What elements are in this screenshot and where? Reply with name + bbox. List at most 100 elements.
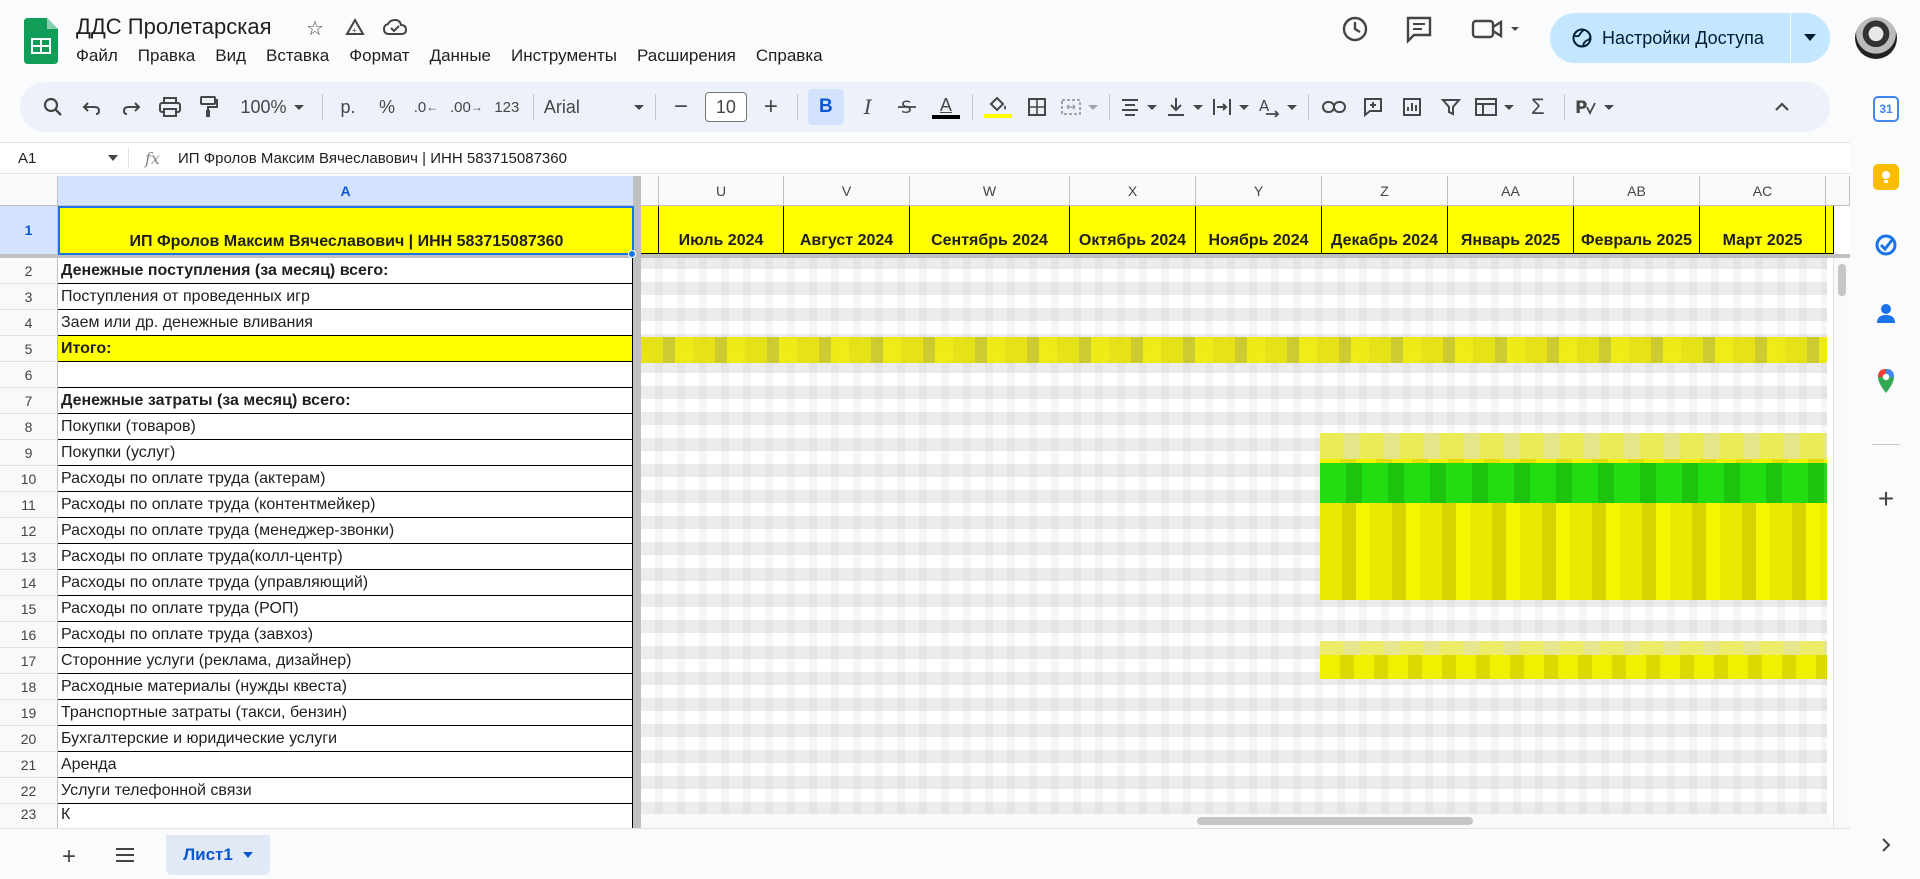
sheet-tab-dropdown-icon[interactable]: [242, 852, 253, 858]
cloud-saved-icon[interactable]: [382, 15, 408, 41]
row-label[interactable]: Заем или др. денежные вливания: [58, 310, 633, 336]
row-label[interactable]: Денежные поступления (за месяц) всего:: [58, 258, 633, 284]
row-label[interactable]: Транспортные затраты (такси, бензин): [58, 700, 633, 726]
column-header-x[interactable]: X: [1070, 176, 1196, 206]
row-header[interactable]: 3: [0, 284, 58, 310]
font-size-increase-button[interactable]: +: [756, 89, 786, 125]
sheets-logo-icon[interactable]: [24, 18, 58, 64]
all-sheets-menu-icon[interactable]: [115, 843, 135, 869]
month-cell[interactable]: Декабрь 2024: [1322, 206, 1448, 255]
horizontal-align-icon[interactable]: [1120, 89, 1157, 125]
row-header[interactable]: 21: [0, 752, 58, 778]
row-label[interactable]: Расходы по оплате труда (актерам): [58, 466, 633, 492]
text-rotation-icon[interactable]: A: [1258, 89, 1297, 125]
row-label[interactable]: Итого:: [58, 336, 633, 362]
spreadsheet-grid[interactable]: A U V W X Y Z AA AB AC 1 ИП Фролов Макси…: [0, 176, 1850, 828]
month-cell-partial[interactable]: [641, 206, 659, 255]
menu-edit[interactable]: Правка: [138, 46, 205, 66]
undo-icon[interactable]: [77, 89, 107, 125]
tasks-icon[interactable]: [1873, 232, 1899, 258]
row-header[interactable]: 19: [0, 700, 58, 726]
column-header-aa[interactable]: AA: [1448, 176, 1574, 206]
row-label[interactable]: Покупки (товаров): [58, 414, 633, 440]
row-label[interactable]: Расходы по оплате труда(колл-центр): [58, 544, 633, 570]
filter-icon[interactable]: [1436, 89, 1466, 125]
row-label[interactable]: Расходы по оплате труда (завхоз): [58, 622, 633, 648]
row-header[interactable]: 2: [0, 258, 58, 284]
month-cell[interactable]: Январь 2025: [1448, 206, 1574, 255]
menu-extensions[interactable]: Расширения: [637, 46, 746, 66]
share-dropdown-icon[interactable]: [1791, 34, 1829, 42]
row-header[interactable]: 6: [0, 362, 58, 388]
row-label[interactable]: Расходы по оплате труда (менеджер-звонки…: [58, 518, 633, 544]
select-all-corner[interactable]: [0, 176, 58, 206]
text-wrap-icon[interactable]: [1212, 89, 1249, 125]
fill-color-icon[interactable]: [983, 89, 1013, 125]
add-sheet-icon[interactable]: +: [62, 843, 76, 871]
number-format-button[interactable]: 123: [492, 89, 522, 125]
column-header-y[interactable]: Y: [1196, 176, 1322, 206]
menu-file[interactable]: Файл: [76, 46, 128, 66]
paint-format-icon[interactable]: [194, 89, 224, 125]
row-label[interactable]: Сторонние услуги (реклама, дизайнер): [58, 648, 633, 674]
row-label[interactable]: Аренда: [58, 752, 633, 778]
borders-icon[interactable]: [1022, 89, 1052, 125]
row-header[interactable]: 4: [0, 310, 58, 336]
text-color-button[interactable]: A: [931, 89, 961, 125]
column-header-w[interactable]: W: [910, 176, 1070, 206]
strikethrough-icon[interactable]: S: [892, 89, 922, 125]
italic-button[interactable]: I: [853, 89, 883, 125]
title-cell[interactable]: ИП Фролов Максим Вячеславович | ИНН 5837…: [58, 206, 633, 255]
row-label[interactable]: Расходы по оплате труда (РОП): [58, 596, 633, 622]
column-header-a[interactable]: A: [58, 176, 634, 206]
row-label[interactable]: Бухгалтерские и юридические услуги: [58, 726, 633, 752]
row-header[interactable]: 22: [0, 778, 58, 804]
insert-link-icon[interactable]: [1319, 89, 1349, 125]
month-cell[interactable]: Октябрь 2024: [1070, 206, 1196, 255]
vertical-scroll-thumb[interactable]: [1838, 264, 1846, 296]
insert-chart-icon[interactable]: [1397, 89, 1427, 125]
month-cell-partial-right[interactable]: [1826, 206, 1834, 255]
filter-views-icon[interactable]: [1474, 89, 1514, 125]
month-cell[interactable]: Август 2024: [784, 206, 910, 255]
fill-handle[interactable]: [628, 250, 636, 258]
column-header-partial[interactable]: [641, 176, 659, 206]
search-icon[interactable]: [38, 89, 68, 125]
row-header[interactable]: 23: [0, 804, 58, 828]
input-tools-icon[interactable]: P: [1575, 89, 1614, 125]
maps-icon[interactable]: [1873, 368, 1899, 394]
share-button[interactable]: Настройки Доступа: [1550, 13, 1830, 63]
account-avatar[interactable]: [1855, 17, 1897, 59]
row-label[interactable]: Расходы по оплате труда (контентмейкер): [58, 492, 633, 518]
row-label[interactable]: Расходные материалы (нужды квеста): [58, 674, 633, 700]
row-header[interactable]: 1: [0, 206, 58, 255]
row-label[interactable]: Денежные затраты (за месяц) всего:: [58, 388, 633, 414]
calendar-icon[interactable]: 31: [1873, 96, 1899, 122]
row-header[interactable]: 15: [0, 596, 58, 622]
row-header[interactable]: 13: [0, 544, 58, 570]
row-header[interactable]: 20: [0, 726, 58, 752]
column-header-ab[interactable]: AB: [1574, 176, 1700, 206]
menu-view[interactable]: Вид: [215, 46, 256, 66]
meet-icon[interactable]: [1470, 14, 1522, 44]
expand-panel-icon[interactable]: [1873, 832, 1899, 858]
star-icon[interactable]: ☆: [302, 15, 328, 41]
row-header[interactable]: 11: [0, 492, 58, 518]
menu-insert[interactable]: Вставка: [266, 46, 339, 66]
month-cell[interactable]: Июль 2024: [659, 206, 784, 255]
percent-format-button[interactable]: %: [372, 89, 402, 125]
menu-help[interactable]: Справка: [756, 46, 833, 66]
font-family-select[interactable]: Arial: [544, 89, 644, 125]
share-main[interactable]: Настройки Доступа: [1550, 13, 1790, 63]
row-header[interactable]: 8: [0, 414, 58, 440]
decrease-decimal-button[interactable]: .0 ←: [411, 89, 441, 125]
column-header-z[interactable]: Z: [1322, 176, 1448, 206]
name-box[interactable]: A1: [0, 150, 128, 167]
menu-tools[interactable]: Инструменты: [511, 46, 627, 66]
add-addon-icon[interactable]: +: [1873, 483, 1899, 514]
row-label[interactable]: Покупки (услуг): [58, 440, 633, 466]
column-header-v[interactable]: V: [784, 176, 910, 206]
increase-decimal-button[interactable]: .00 →: [450, 89, 483, 125]
vertical-scrollbar[interactable]: [1833, 258, 1850, 828]
zoom-select[interactable]: 100%: [233, 89, 311, 125]
